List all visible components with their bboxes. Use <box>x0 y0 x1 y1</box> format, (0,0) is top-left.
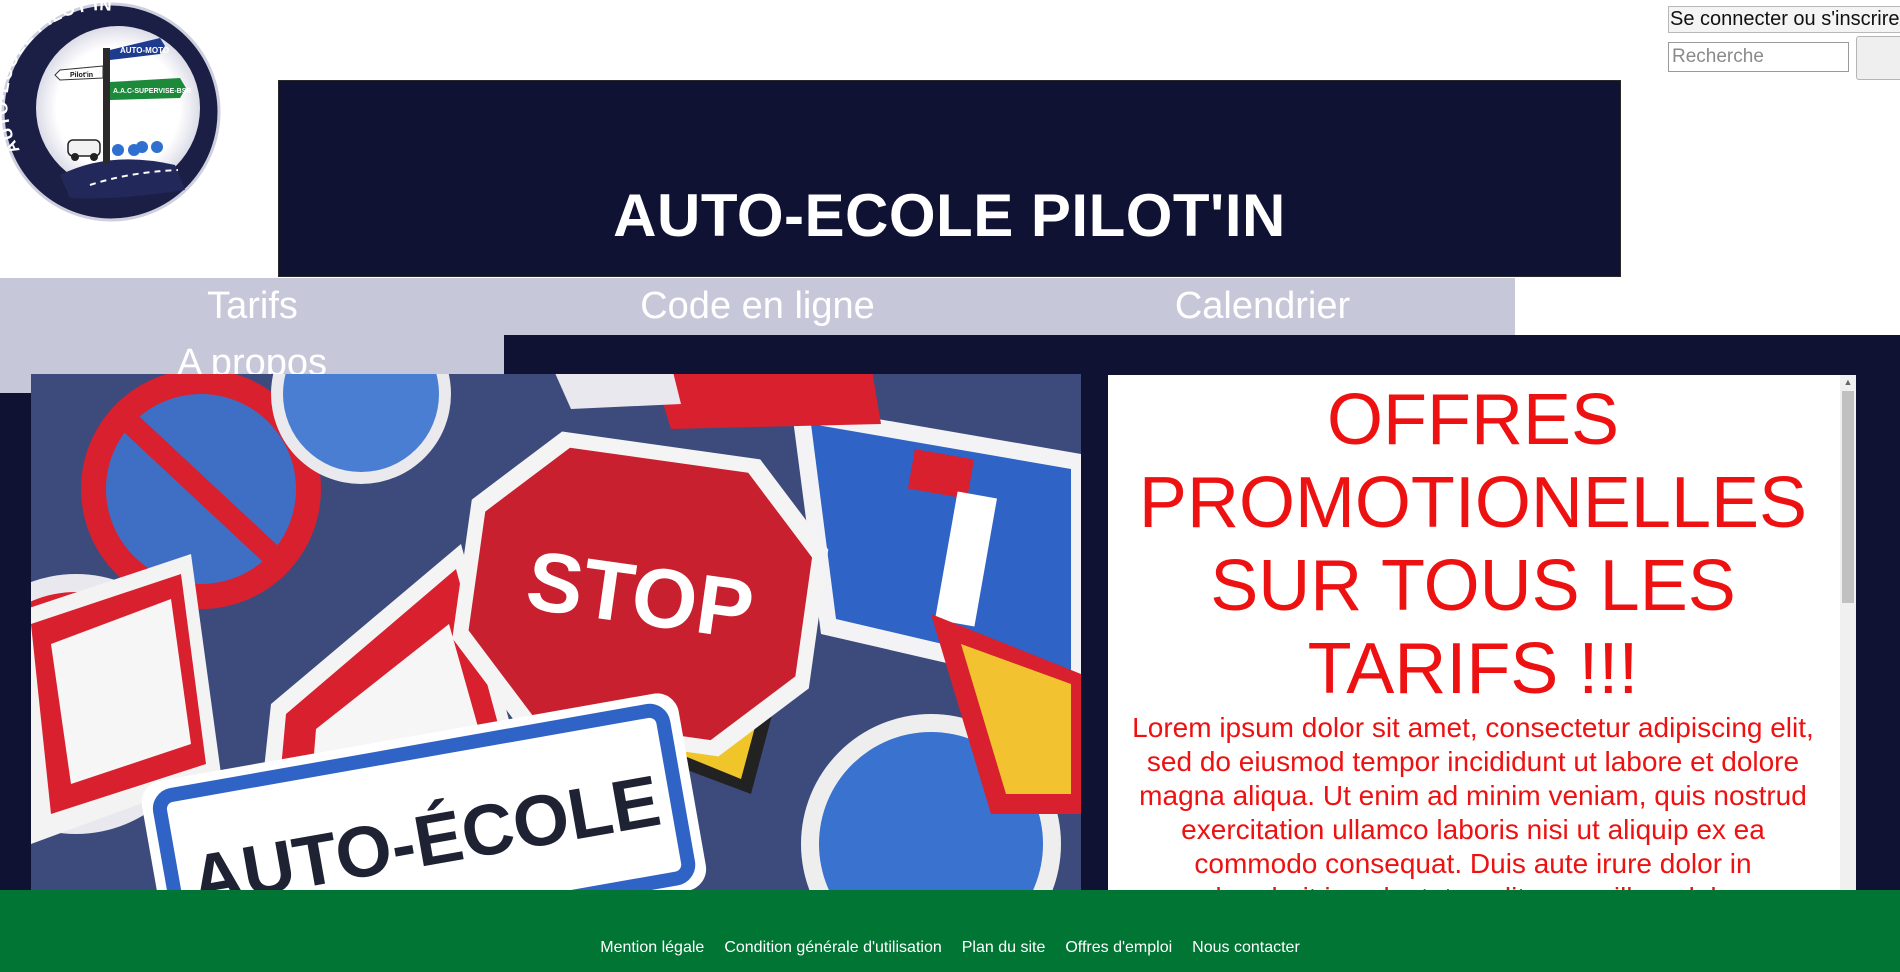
site-logo[interactable]: AUTO-ECOLE PILOT'IN AUTO-MOTO Pilot'in A… <box>0 0 222 226</box>
scroll-thumb[interactable] <box>1842 391 1854 603</box>
road-signs-image: STOP AUTO-ÉCOLE <box>31 374 1081 890</box>
promo-panel[interactable]: OFFRES PROMOTIONELLES SUR TOUS LES TARIF… <box>1108 375 1856 890</box>
search-button[interactable] <box>1856 36 1900 80</box>
footer-link-plan-du-site[interactable]: Plan du site <box>962 939 1046 957</box>
footer-link-cgu[interactable]: Condition générale d'utilisation <box>724 939 941 957</box>
footer-link-offres-emploi[interactable]: Offres d'emploi <box>1065 939 1172 957</box>
promo-scrollbar[interactable]: ▲ <box>1840 375 1856 890</box>
search-input[interactable] <box>1668 42 1849 72</box>
login-register-link[interactable]: Se connecter ou s'inscrire <box>1668 6 1900 33</box>
promo-body: Lorem ipsum dolor sit amet, consectetur … <box>1132 712 1814 890</box>
promo-content: OFFRES PROMOTIONELLES SUR TOUS LES TARIF… <box>1108 375 1838 890</box>
header-banner: AUTO-ECOLE PILOT'IN <box>278 80 1621 277</box>
nav-item-code-en-ligne[interactable]: Code en ligne <box>505 278 1010 335</box>
promo-title: OFFRES PROMOTIONELLES SUR TOUS LES TARIF… <box>1138 380 1808 709</box>
footer-link-mention-legale[interactable]: Mention légale <box>600 939 704 957</box>
svg-text:Pilot'in: Pilot'in <box>70 72 93 79</box>
footer-links: Mention légale Condition générale d'util… <box>0 939 1900 957</box>
nav-item-calendrier[interactable]: Calendrier <box>1010 278 1515 335</box>
footer: Mention légale Condition générale d'util… <box>0 890 1900 972</box>
nav-item-tarifs[interactable]: Tarifs <box>0 278 505 335</box>
svg-text:AUTO-MOTO: AUTO-MOTO <box>120 46 169 55</box>
svg-text:A.A.C-SUPERVISE-BSR: A.A.C-SUPERVISE-BSR <box>113 88 191 95</box>
site-title: AUTO-ECOLE PILOT'IN <box>613 182 1286 249</box>
scroll-up-arrow-icon[interactable]: ▲ <box>1840 375 1856 389</box>
main-nav: Tarifs Code en ligne Calendrier <box>0 278 1515 335</box>
footer-link-nous-contacter[interactable]: Nous contacter <box>1192 939 1300 957</box>
